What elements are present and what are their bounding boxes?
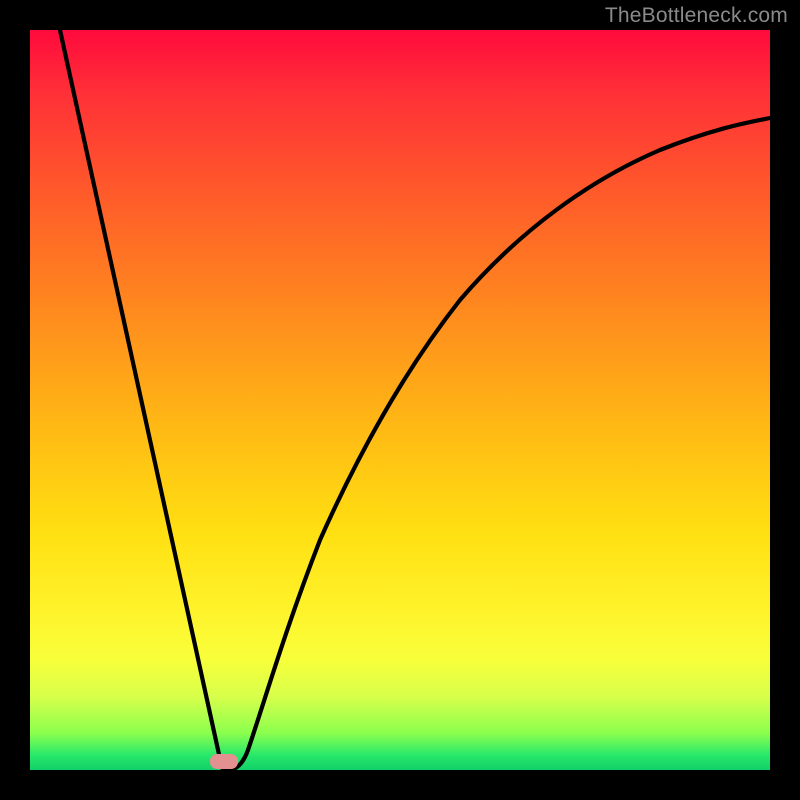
vertex-marker (210, 754, 238, 769)
plot-area (30, 30, 770, 770)
curve-svg (30, 30, 770, 770)
watermark-text: TheBottleneck.com (605, 4, 788, 28)
chart-frame: TheBottleneck.com (0, 0, 800, 800)
bottleneck-curve (60, 30, 770, 770)
